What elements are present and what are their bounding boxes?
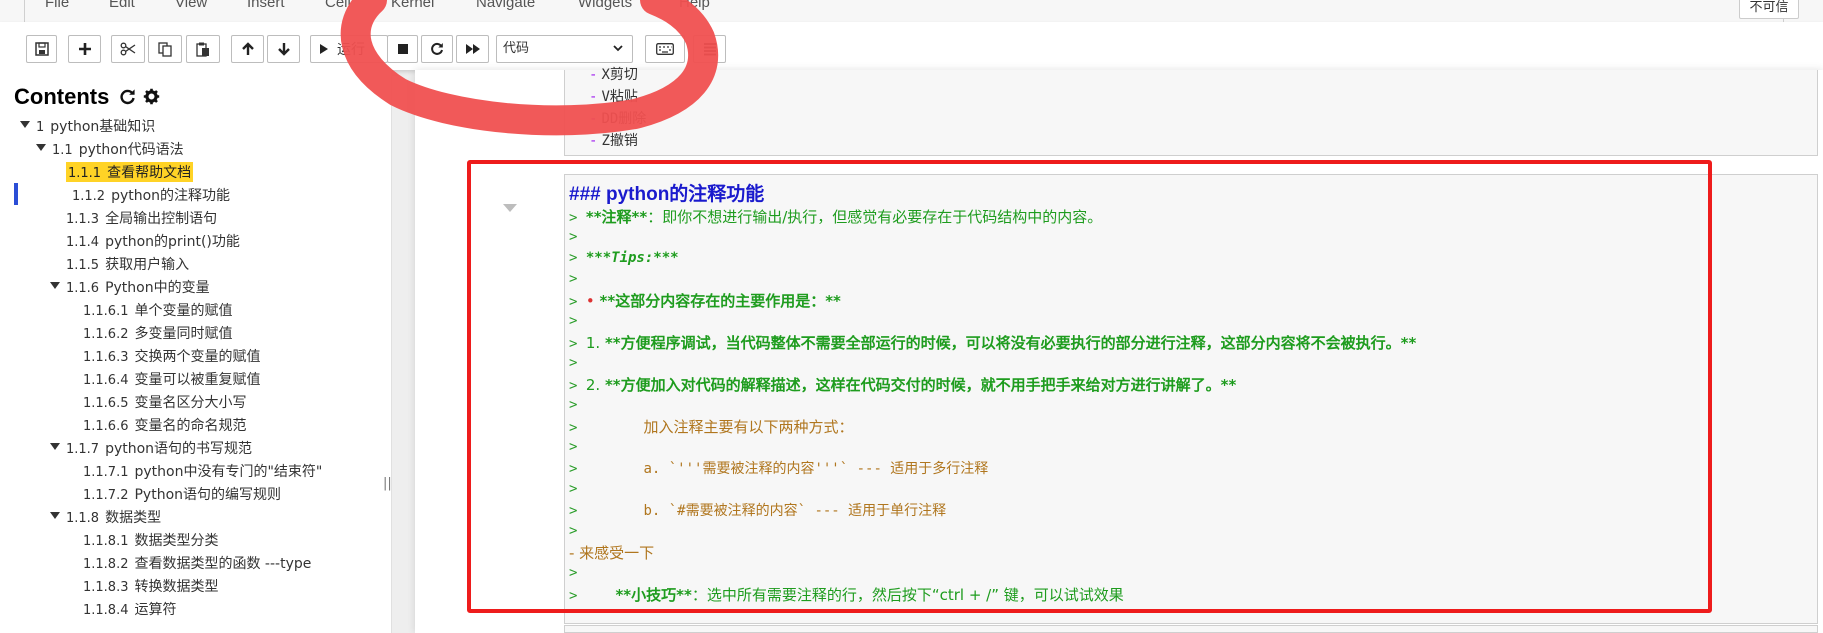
paste-button[interactable] — [186, 35, 220, 63]
toc-item[interactable]: 1.1.8.2 查看数据类型的函数 ---type — [83, 553, 311, 573]
play-icon — [320, 44, 328, 54]
run-button[interactable]: 运行 — [310, 35, 388, 63]
move-down-button[interactable] — [267, 35, 300, 63]
menu-navigate[interactable]: Navigate — [476, 0, 535, 11]
toc-item[interactable]: 1 python基础知识 — [20, 116, 155, 136]
menu-kernel[interactable]: Kernel — [391, 0, 434, 11]
toc-sidebar: Contents 1 python基础知识 1.1 python代码语法 1.1.1… — [0, 70, 392, 633]
toc-item[interactable]: 1.1 python代码语法 — [36, 139, 184, 159]
toc-item[interactable]: 1.1.7 python语句的书写规范 — [50, 438, 252, 458]
toc-item[interactable]: 1.1.7.1 python中没有专门的"结束符" — [83, 461, 322, 481]
list-item: - X剪切 — [589, 67, 638, 83]
list-item: - V粘贴 — [589, 89, 638, 105]
stop-icon — [397, 44, 408, 54]
toc-item[interactable]: 1.1.8.4 运算符 — [83, 599, 176, 619]
plus-icon — [78, 43, 91, 55]
scissors-icon — [120, 42, 136, 56]
toc-item[interactable]: 1.1.6 Python中的变量 — [50, 277, 210, 297]
arrow-up-icon — [241, 42, 254, 55]
trusted-indicator[interactable]: 不可信 — [1739, 0, 1799, 19]
list-item: - DD删除 — [589, 111, 647, 127]
annotation-rectangle — [467, 160, 1712, 613]
toc-item-active[interactable]: 1.1.1 查看帮助文档 — [66, 162, 194, 182]
save-button[interactable] — [26, 35, 57, 63]
insert-cell-button[interactable] — [68, 35, 101, 63]
cut-button[interactable] — [111, 35, 145, 63]
copy-icon — [158, 41, 172, 57]
refresh-icon[interactable] — [119, 88, 136, 105]
caret-down-icon — [36, 144, 46, 151]
menubar: File Edit View Insert Cell Kernel Naviga… — [0, 0, 1823, 22]
restart-button[interactable] — [421, 35, 453, 63]
toc-item[interactable]: 1.1.8.3 转换数据类型 — [83, 576, 218, 596]
gear-icon[interactable] — [143, 88, 160, 105]
toc-item[interactable]: 1.1.2 python的注释功能 — [72, 185, 230, 205]
menu-widgets[interactable]: Widgets — [578, 0, 632, 11]
toc-item[interactable]: 1.1.6.5 变量名区分大小写 — [83, 392, 246, 412]
run-label: 运行 — [337, 42, 365, 58]
caret-down-icon — [20, 121, 30, 128]
toc-title: Contents — [14, 84, 110, 109]
toc-item[interactable]: 1.1.3 全局输出控制语句 — [66, 208, 217, 228]
list-icon — [703, 43, 716, 56]
menu-view[interactable]: View — [175, 0, 207, 11]
previous-markdown-cell[interactable]: - X剪切 - V粘贴 - DD删除 - Z撤销 — [564, 67, 1818, 156]
menu-cell[interactable]: Cell — [325, 0, 351, 11]
caret-down-icon — [50, 512, 60, 519]
interrupt-button[interactable] — [387, 35, 418, 63]
toc-item[interactable]: 1.1.7.2 Python语句的编写规则 — [83, 484, 281, 504]
toc-item[interactable]: 1.1.8 数据类型 — [50, 507, 161, 527]
caret-down-icon — [50, 443, 60, 450]
sidebar-resize-handle[interactable]: || — [383, 476, 392, 491]
toc-item[interactable]: 1.1.8.1 数据类型分类 — [83, 530, 218, 550]
arrow-down-icon — [277, 43, 290, 56]
move-up-button[interactable] — [231, 35, 264, 63]
caret-down-icon — [50, 282, 60, 289]
toc-item[interactable]: 1.1.6.1 单个变量的赋值 — [83, 300, 232, 320]
command-palette-button[interactable] — [645, 35, 685, 63]
menu-edit[interactable]: Edit — [109, 0, 135, 11]
toc-item[interactable]: 1.1.6.6 变量名的命名规范 — [83, 415, 246, 435]
toc-toggle-button[interactable] — [693, 35, 726, 63]
toc-item[interactable]: 1.1.5 获取用户输入 — [66, 254, 189, 274]
cell-type-value: 代码 — [503, 41, 530, 56]
toolbar: 运行 代码 — [0, 22, 1823, 70]
paste-icon — [196, 42, 209, 57]
restart-run-all-button[interactable] — [456, 35, 489, 63]
cell-type-select[interactable]: 代码 — [496, 35, 633, 63]
toc-item[interactable]: 1.1.6.2 多变量同时赋值 — [83, 323, 232, 343]
toc-item[interactable]: 1.1.6.3 交换两个变量的赋值 — [83, 346, 260, 366]
menu-help[interactable]: Help — [679, 0, 710, 11]
keyboard-icon — [656, 43, 674, 55]
menu-insert[interactable]: Insert — [247, 0, 285, 11]
fast-forward-icon — [465, 44, 480, 54]
menu-file[interactable]: File — [45, 0, 69, 11]
menubar-inner: File Edit View Insert Cell Kernel Naviga… — [24, 0, 1799, 22]
save-icon — [34, 42, 49, 56]
refresh-icon — [431, 42, 443, 55]
toc-current-indicator — [14, 183, 18, 205]
toc-item[interactable]: 1.1.4 python的print()功能 — [66, 231, 240, 251]
toc-item[interactable]: 1.1.6.4 变量可以被重复赋值 — [83, 369, 260, 389]
next-cell[interactable] — [564, 625, 1818, 633]
copy-button[interactable] — [148, 35, 182, 63]
list-item: - Z撤销 — [589, 133, 638, 149]
